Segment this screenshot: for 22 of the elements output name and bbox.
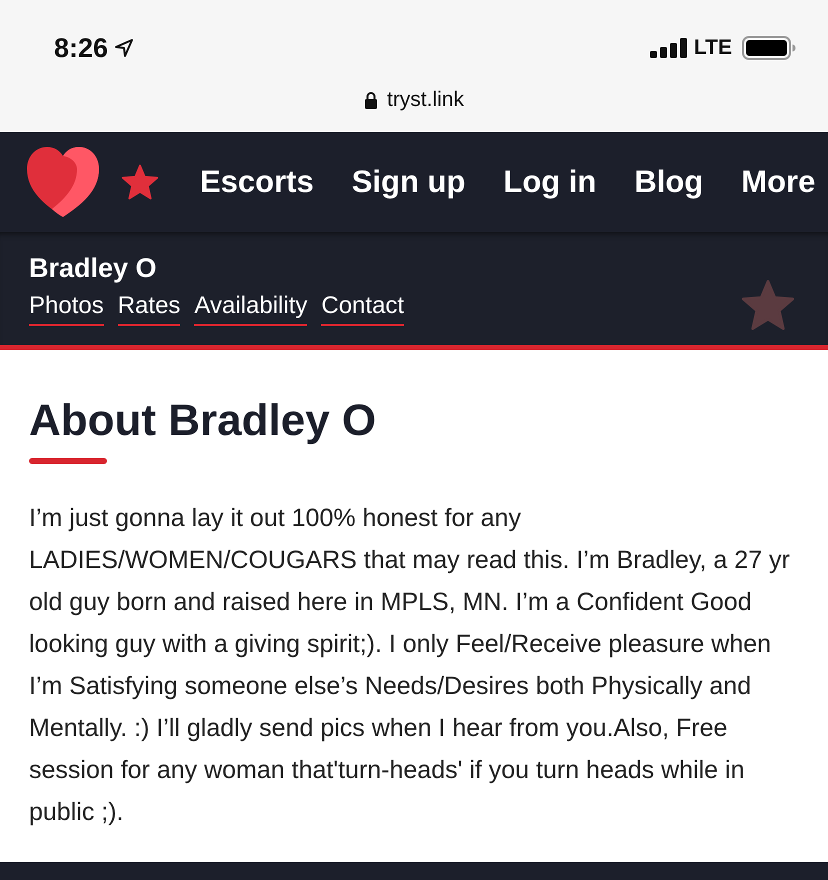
section-heading: About Bradley O bbox=[29, 396, 378, 446]
status-time: 8:26 bbox=[54, 32, 108, 65]
lock-icon bbox=[364, 91, 378, 109]
nav-link[interactable]: Blog bbox=[634, 162, 704, 202]
profile-tab[interactable]: Rates bbox=[118, 290, 180, 326]
profile-tab[interactable]: Contact bbox=[321, 290, 404, 326]
address-bar[interactable]: tryst.link bbox=[360, 84, 468, 116]
profile-name: Bradley O bbox=[29, 252, 157, 284]
profile-tab[interactable]: Photos bbox=[29, 290, 104, 326]
nav-link[interactable]: Escorts bbox=[200, 162, 314, 202]
battery-icon bbox=[742, 36, 796, 60]
nav-link[interactable]: Log in bbox=[503, 162, 596, 202]
nav-link[interactable]: More bbox=[741, 162, 816, 202]
profile-tab[interactable]: Availability bbox=[194, 290, 308, 326]
network-label: LTE bbox=[694, 36, 732, 60]
star-icon[interactable] bbox=[121, 164, 159, 200]
favorite-star-icon[interactable] bbox=[741, 279, 795, 331]
about-text: I’m just gonna lay it out 100% honest for any LADIES/WOMEN/COUGARS that may read this. I’m Bradley, a 27 yr old guy born and raised here in MPLS, MN. I’m a Confident Good looking guy with a giving spirit;). I only Feel/Receive pleasure when I’m Satisfying someone else’s Needs/Desires both Physically and Mentally. :) I’ll gladly send pics when I hear from you.Also, Free session for any woman that'turn-heads' if you turn heads while in public ;). bbox=[29, 503, 791, 828]
heart-logo-icon[interactable] bbox=[25, 145, 101, 219]
nav-link[interactable]: Sign up bbox=[352, 162, 466, 202]
location-arrow-icon bbox=[114, 38, 134, 58]
signal-bars-icon bbox=[650, 38, 688, 58]
